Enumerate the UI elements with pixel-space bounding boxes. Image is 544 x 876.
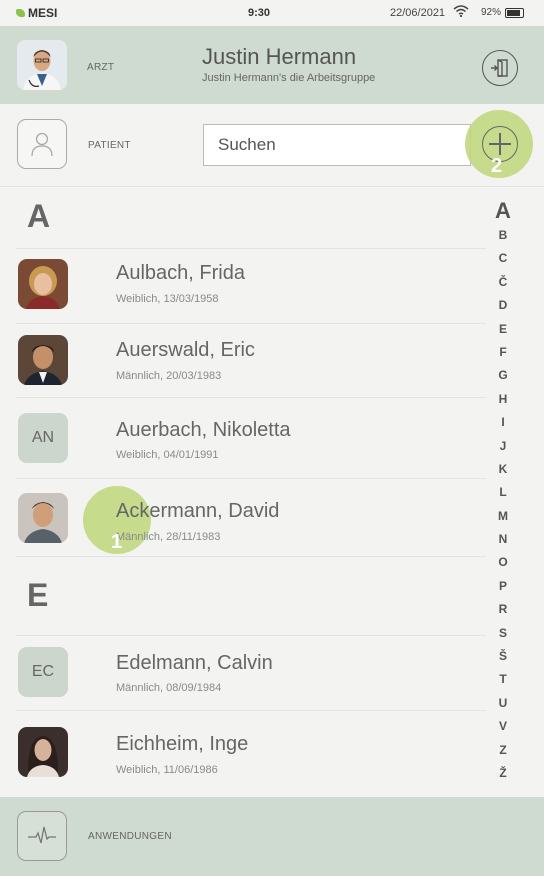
- heartbeat-icon: [28, 826, 56, 844]
- patient-initials-avatar: AN: [18, 413, 68, 463]
- patient-initials-avatar: EC: [18, 647, 68, 697]
- index-letter[interactable]: B: [489, 224, 517, 247]
- divider: [16, 710, 486, 711]
- leaf-icon: [16, 9, 25, 17]
- index-letter[interactable]: C: [489, 247, 517, 270]
- index-letter[interactable]: K: [489, 458, 517, 481]
- patient-name: Auerbach, Nikoletta: [116, 419, 291, 441]
- index-letter[interactable]: O: [489, 551, 517, 574]
- index-letter[interactable]: H: [489, 388, 517, 411]
- person-icon: [31, 132, 53, 157]
- section-letter: E: [27, 577, 49, 613]
- doctor-header: ARZT Justin Hermann Justin Hermann's die…: [0, 26, 544, 104]
- patient-avatar: [18, 335, 68, 385]
- index-letter[interactable]: T: [489, 668, 517, 691]
- patient-name: Eichheim, Inge: [116, 733, 249, 755]
- applications-button[interactable]: [17, 811, 67, 861]
- patient-avatar: [18, 727, 68, 777]
- patient-role-label: PATIENT: [88, 140, 131, 151]
- index-letter[interactable]: P: [489, 575, 517, 598]
- doctor-avatar[interactable]: [17, 40, 67, 90]
- hint-number-1: 1: [111, 531, 123, 553]
- patient-avatar: [18, 259, 68, 309]
- index-letter[interactable]: Č: [489, 271, 517, 294]
- index-letter[interactable]: U: [489, 692, 517, 715]
- status-bar: MESI 9:30 22/06/2021 92%: [0, 0, 544, 26]
- logout-button[interactable]: [482, 50, 518, 86]
- patient-meta: Männlich, 28/11/1983: [116, 531, 221, 543]
- patient-meta: Weiblich, 04/01/1991: [116, 449, 219, 461]
- patient-icon-button[interactable]: [17, 119, 67, 169]
- applications-label[interactable]: ANWENDUNGEN: [88, 831, 172, 842]
- wifi-icon: [453, 5, 469, 20]
- divider: [16, 323, 486, 324]
- divider: [16, 635, 486, 636]
- index-letter[interactable]: Ž: [489, 762, 517, 785]
- patient-meta: Männlich, 20/03/1983: [116, 370, 222, 382]
- bottom-bar: ANWENDUNGEN: [0, 797, 544, 876]
- search-input[interactable]: [204, 125, 470, 165]
- logout-icon: [491, 59, 508, 77]
- status-date: 22/06/2021: [390, 7, 446, 19]
- index-letter[interactable]: G: [489, 364, 517, 387]
- divider: [16, 478, 486, 479]
- patient-avatar: [18, 493, 68, 543]
- index-letter[interactable]: A: [489, 198, 517, 224]
- divider: [16, 556, 486, 557]
- search-box: [203, 124, 471, 166]
- index-letter[interactable]: S: [489, 622, 517, 645]
- index-letter[interactable]: V: [489, 715, 517, 738]
- patient-meta: Weiblich, 11/06/1986: [116, 764, 218, 776]
- doctor-group: Justin Hermann's die Arbeitsgruppe: [202, 72, 376, 84]
- index-letter[interactable]: J: [489, 435, 517, 458]
- patient-bar: PATIENT: [0, 104, 544, 187]
- hint-number-2: 2: [491, 155, 503, 177]
- status-time: 9:30: [248, 7, 271, 19]
- patient-meta: Männlich, 08/09/1984: [116, 682, 222, 694]
- index-letter[interactable]: Z: [489, 739, 517, 762]
- index-letter[interactable]: I: [489, 411, 517, 434]
- patient-name: Edelmann, Calvin: [116, 652, 273, 674]
- section-letter: A: [27, 198, 51, 234]
- doctor-role-label: ARZT: [87, 62, 115, 73]
- battery-percent: 92%: [481, 7, 502, 18]
- index-letter[interactable]: R: [489, 598, 517, 621]
- divider: [16, 248, 486, 249]
- doctor-name: Justin Hermann: [202, 44, 357, 69]
- patient-name: Auerswald, Eric: [116, 339, 255, 361]
- index-letter[interactable]: D: [489, 294, 517, 317]
- patient-name: Aulbach, Frida: [116, 262, 245, 284]
- alphabet-index[interactable]: A B C Č D E F G H I J K L M N O P R S Š …: [489, 198, 517, 785]
- brand-logo: MESI: [16, 6, 57, 20]
- patient-meta: Weiblich, 13/03/1958: [116, 293, 219, 305]
- index-letter[interactable]: L: [489, 481, 517, 504]
- brand-name: MESI: [28, 6, 58, 20]
- index-letter[interactable]: E: [489, 318, 517, 341]
- index-letter[interactable]: M: [489, 505, 517, 528]
- index-letter[interactable]: Š: [489, 645, 517, 668]
- index-letter[interactable]: N: [489, 528, 517, 551]
- divider: [16, 397, 486, 398]
- patient-name: Ackermann, David: [116, 500, 280, 522]
- battery-icon: [505, 8, 524, 18]
- index-letter[interactable]: F: [489, 341, 517, 364]
